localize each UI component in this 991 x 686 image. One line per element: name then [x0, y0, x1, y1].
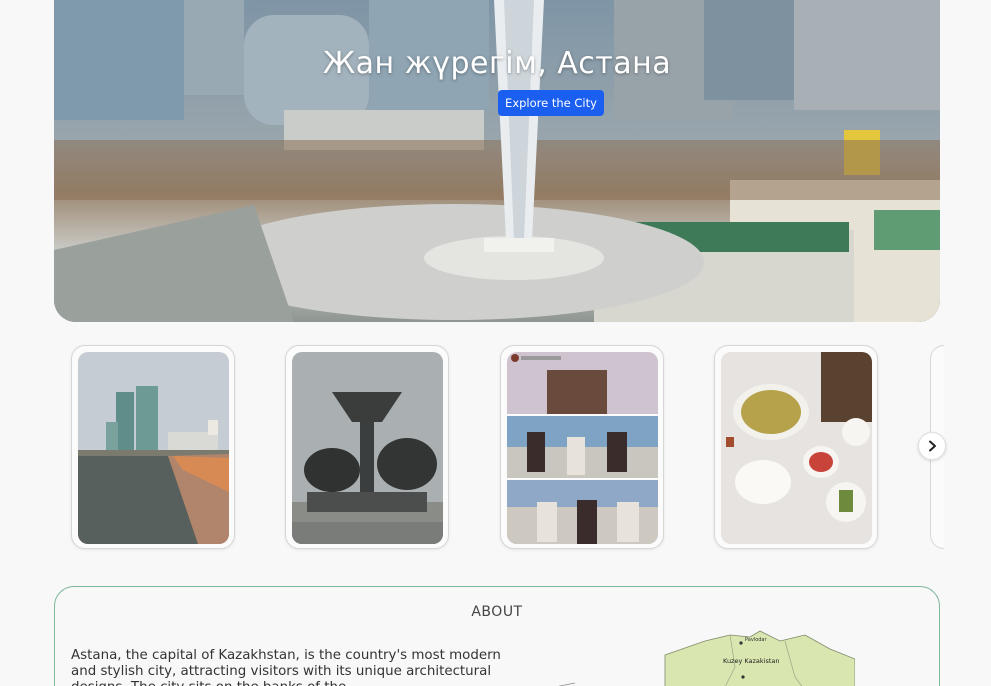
photo-carousel: [54, 340, 944, 555]
about-section: ABOUT Astana, the capital of Kazakhstan,…: [54, 586, 940, 686]
about-text: Astana, the capital of Kazakhstan, is th…: [71, 648, 501, 686]
gallery-card[interactable]: [714, 345, 878, 549]
gallery-card[interactable]: [71, 345, 235, 549]
river-skyline-photo: [78, 352, 229, 544]
map-label-pavlodar: Pavlodar: [745, 637, 767, 643]
carousel-next-button[interactable]: [918, 432, 946, 460]
hero-title: Жан жүрегім, Астана: [322, 46, 672, 81]
gallery-card[interactable]: [500, 345, 664, 549]
explore-city-button[interactable]: Explore the City: [498, 90, 604, 116]
kazakhstan-map: Pavlodar Kuzey Kazakistan: [557, 630, 855, 686]
map-label-region: Kuzey Kazakistan: [723, 657, 780, 665]
kazakh-dinner-table-photo: [721, 352, 872, 544]
hero-banner: Жан жүрегім, Астана Explore the City: [54, 0, 940, 322]
folk-dance-collage-photo: [507, 352, 658, 544]
gallery-card[interactable]: [285, 345, 449, 549]
horsemen-fountain-photo: [292, 352, 443, 544]
chevron-right-icon: [929, 440, 936, 452]
about-heading: ABOUT: [471, 604, 523, 620]
